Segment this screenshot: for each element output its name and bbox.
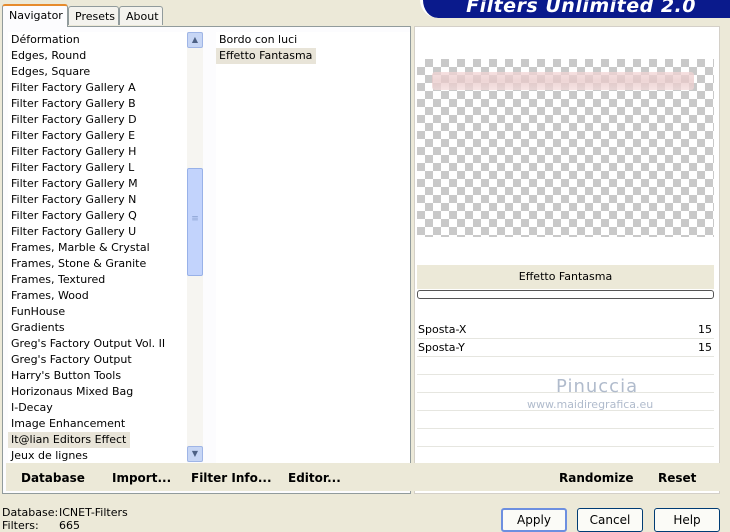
category-item[interactable]: Filter Factory Gallery A bbox=[8, 80, 140, 96]
category-list[interactable]: Déformation Edges, Round Edges, Square Filt… bbox=[8, 32, 187, 463]
tab-about[interactable]: About bbox=[119, 6, 163, 25]
apply-button[interactable]: Apply bbox=[501, 508, 567, 532]
param-label: Sposta-X bbox=[418, 323, 467, 336]
import-button[interactable]: Import... bbox=[112, 471, 171, 485]
filter-list[interactable]: Bordo con luci Effetto Fantasma bbox=[216, 32, 410, 463]
watermark-url: www.maidiregrafica.eu bbox=[527, 398, 654, 411]
app-title: Filters Unlimited 2.0 bbox=[466, 0, 696, 17]
chevron-up-icon: ▲ bbox=[191, 35, 199, 44]
param-row-y[interactable]: Sposta-Y 15 bbox=[417, 339, 714, 357]
cancel-button[interactable]: Cancel bbox=[577, 508, 643, 532]
category-item[interactable]: Filter Factory Gallery D bbox=[8, 112, 141, 128]
param-row-empty bbox=[417, 429, 714, 447]
tab-navigator[interactable]: Navigator bbox=[2, 4, 68, 27]
category-item[interactable]: FunHouse bbox=[8, 304, 69, 320]
chevron-down-icon: ▼ bbox=[191, 449, 199, 458]
category-item[interactable]: Image Enhancement bbox=[8, 416, 129, 432]
param-row-x[interactable]: Sposta-X 15 bbox=[417, 321, 714, 339]
category-item[interactable]: It@lian Editors Effect bbox=[8, 432, 131, 448]
category-item[interactable]: Filter Factory Gallery L bbox=[8, 160, 138, 176]
filter-name-label: Effetto Fantasma bbox=[417, 265, 714, 289]
category-item[interactable]: Harry's Button Tools bbox=[8, 368, 125, 384]
editor-button[interactable]: Editor... bbox=[288, 471, 341, 485]
param-label: Sposta-Y bbox=[418, 341, 465, 354]
category-item[interactable]: Filter Factory Gallery Q bbox=[8, 208, 141, 224]
tab-presets[interactable]: Presets bbox=[68, 6, 119, 25]
category-scrollbar[interactable]: ▲ ≡ ▼ bbox=[187, 32, 203, 462]
category-item[interactable]: Gradients bbox=[8, 320, 69, 336]
scroll-down-button[interactable]: ▼ bbox=[187, 446, 203, 462]
category-item[interactable]: Frames, Marble & Crystal bbox=[8, 240, 154, 256]
scroll-thumb[interactable]: ≡ bbox=[187, 168, 203, 276]
randomize-button[interactable]: Randomize bbox=[559, 471, 633, 485]
category-item[interactable]: Edges, Square bbox=[8, 64, 94, 80]
category-item[interactable]: Déformation bbox=[8, 32, 84, 48]
category-item[interactable]: Frames, Wood bbox=[8, 288, 93, 304]
category-item[interactable]: Greg's Factory Output Vol. II bbox=[8, 336, 169, 352]
category-item[interactable]: Frames, Stone & Granite bbox=[8, 256, 150, 272]
param-value: 15 bbox=[698, 341, 712, 354]
filter-item[interactable]: Effetto Fantasma bbox=[216, 48, 317, 64]
category-item[interactable]: Frames, Textured bbox=[8, 272, 109, 288]
right-button-bar: Randomize Reset bbox=[414, 463, 720, 491]
progress-bar bbox=[417, 290, 714, 299]
scroll-up-button[interactable]: ▲ bbox=[187, 32, 203, 48]
banner: Filters Unlimited 2.0 bbox=[420, 0, 730, 18]
help-button[interactable]: Help bbox=[654, 508, 720, 532]
category-item[interactable]: Filter Factory Gallery E bbox=[8, 128, 139, 144]
status-filters: Filters: 665 bbox=[2, 519, 80, 532]
category-item[interactable]: Filter Factory Gallery B bbox=[8, 96, 140, 112]
category-item[interactable]: Filter Factory Gallery N bbox=[8, 192, 140, 208]
filter-item[interactable]: Bordo con luci bbox=[216, 32, 301, 48]
left-button-bar: Database Import... Filter Info... Editor… bbox=[6, 463, 411, 491]
reset-button[interactable]: Reset bbox=[658, 471, 696, 485]
category-item[interactable]: Filter Factory Gallery M bbox=[8, 176, 142, 192]
preview-content bbox=[432, 72, 694, 90]
database-button[interactable]: Database bbox=[21, 471, 85, 485]
category-item[interactable]: Greg's Factory Output bbox=[8, 352, 136, 368]
category-item[interactable]: I-Decay bbox=[8, 400, 57, 416]
filter-info-button[interactable]: Filter Info... bbox=[191, 471, 272, 485]
status-database: Database: ICNET-Filters bbox=[2, 506, 128, 519]
param-row-empty bbox=[417, 447, 714, 464]
param-value: 15 bbox=[698, 323, 712, 336]
category-item[interactable]: Jeux de lignes bbox=[8, 448, 92, 463]
param-row-empty bbox=[417, 357, 714, 375]
category-item[interactable]: Horizonaus Mixed Bag bbox=[8, 384, 137, 400]
category-item[interactable]: Filter Factory Gallery H bbox=[8, 144, 140, 160]
category-item[interactable]: Edges, Round bbox=[8, 48, 90, 64]
category-item[interactable]: Filter Factory Gallery U bbox=[8, 224, 140, 240]
param-row-empty bbox=[417, 411, 714, 429]
watermark-title: Pinuccia bbox=[556, 376, 639, 397]
